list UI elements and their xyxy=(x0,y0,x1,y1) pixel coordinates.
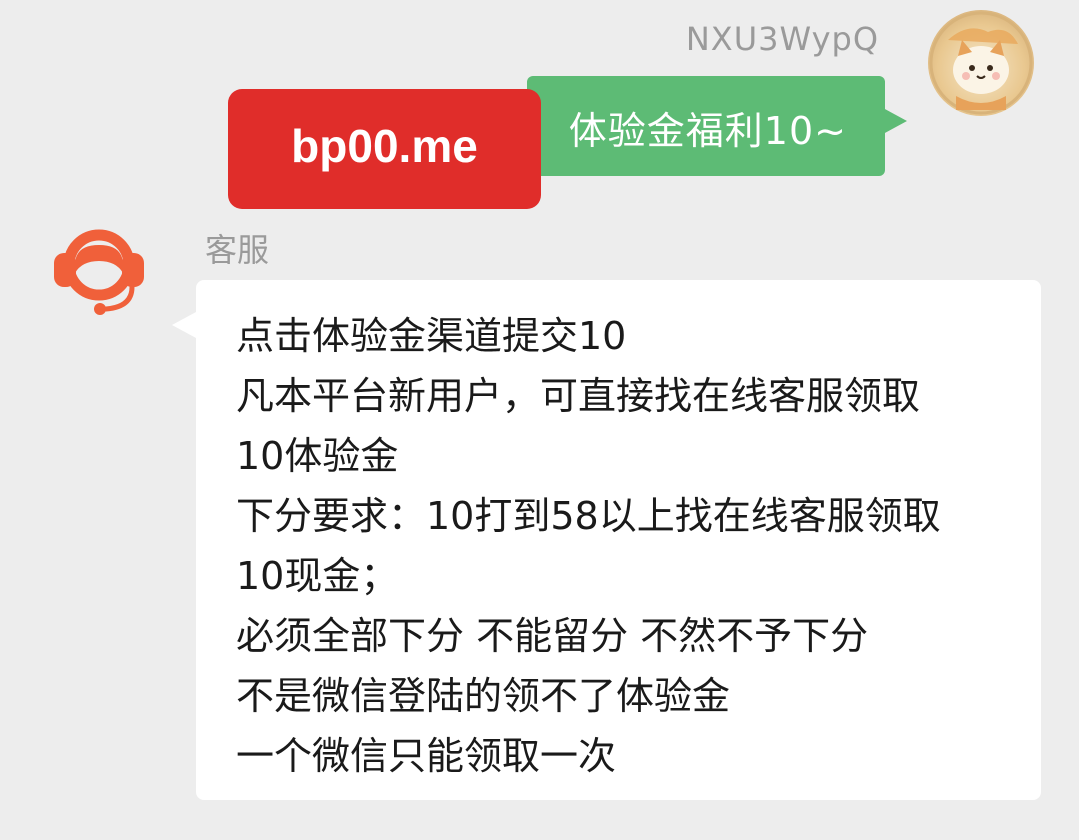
sender-name-service: 客服 xyxy=(205,231,270,269)
message-line: 不是微信登陆的领不了体验金 xyxy=(236,674,731,718)
message-line: 10体验金 xyxy=(236,434,399,478)
service-avatar[interactable] xyxy=(46,215,152,321)
incoming-message-bubble[interactable]: 点击体验金渠道提交10 凡本平台新用户，可直接找在线客服领取 10体验金 下分要… xyxy=(172,280,1041,800)
headset-agent-icon xyxy=(54,229,144,315)
message-line: 凡本平台新用户，可直接找在线客服领取 xyxy=(236,374,921,418)
incoming-message-lines: 点击体验金渠道提交10 凡本平台新用户，可直接找在线客服领取 10体验金 下分要… xyxy=(236,306,941,786)
message-line: 10现金； xyxy=(236,554,399,598)
overlay-url-label: bp00.me xyxy=(228,89,541,209)
outgoing-message-bubble[interactable]: 体验金福利10~ xyxy=(527,76,907,176)
cartoon-cat-icon xyxy=(929,11,1033,115)
overlay-url-text: bp00.me xyxy=(291,120,478,172)
message-line: 必须全部下分 不能留分 不然不予下分 xyxy=(236,614,869,658)
message-line: 一个微信只能领取一次 xyxy=(236,734,617,778)
sender-name-user: NXU3WypQ xyxy=(685,20,879,58)
user-avatar[interactable] xyxy=(928,10,1034,116)
message-line: 下分要求：10打到58以上找在线客服领取 xyxy=(236,494,941,538)
message-line: 点击体验金渠道提交10 xyxy=(236,314,627,358)
outgoing-message-text: 体验金福利10~ xyxy=(568,109,847,153)
